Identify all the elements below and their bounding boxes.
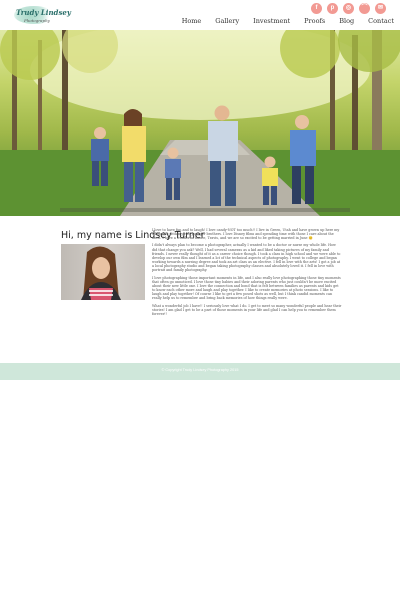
nav-home[interactable]: Home: [182, 17, 202, 25]
nav-gallery[interactable]: Gallery: [215, 17, 239, 25]
portrait-illustration: [81, 246, 121, 300]
bio-paragraph: What a wonderful job I have!! I seriousl…: [152, 303, 342, 316]
hero-family-photo: [0, 30, 400, 216]
footer-copyright: © Copyright Trudy Lindsey Photography 20…: [161, 368, 239, 372]
pinterest-icon[interactable]: p: [327, 3, 338, 14]
email-icon[interactable]: ✉: [375, 3, 386, 14]
site-footer: © Copyright Trudy Lindsey Photography 20…: [0, 363, 400, 380]
about-bio: I love to have fun and to laugh! I love …: [152, 228, 342, 319]
social-links: f p ◎ ⌒ ✉: [311, 3, 386, 14]
bio-paragraph: I didn't always plan to become a photogr…: [152, 243, 341, 273]
nav-proofs[interactable]: Proofs: [304, 17, 325, 25]
bio-paragraph: I love photographing those important mom…: [152, 275, 341, 301]
portrait-photo: [61, 244, 145, 300]
instagram-icon[interactable]: ◎: [343, 3, 354, 14]
nav-blog[interactable]: Blog: [339, 17, 354, 25]
hero-illustration: [0, 30, 400, 216]
logo-subtitle: Photography: [24, 18, 50, 23]
logo-name: Trudy Lindsey: [16, 8, 71, 17]
site-header: Trudy Lindsey Photography f p ◎ ⌒ ✉ Home…: [0, 0, 400, 30]
nav-investment[interactable]: Investment: [253, 17, 290, 25]
bio-paragraph: I love to have fun and to laugh! I love …: [152, 228, 340, 241]
rss-icon[interactable]: ⌒: [359, 3, 370, 14]
site-logo[interactable]: Trudy Lindsey Photography: [14, 4, 71, 26]
nav-contact[interactable]: Contact: [368, 17, 394, 25]
main-nav: Home Gallery Investment Proofs Blog Cont…: [168, 17, 394, 25]
facebook-icon[interactable]: f: [311, 3, 322, 14]
